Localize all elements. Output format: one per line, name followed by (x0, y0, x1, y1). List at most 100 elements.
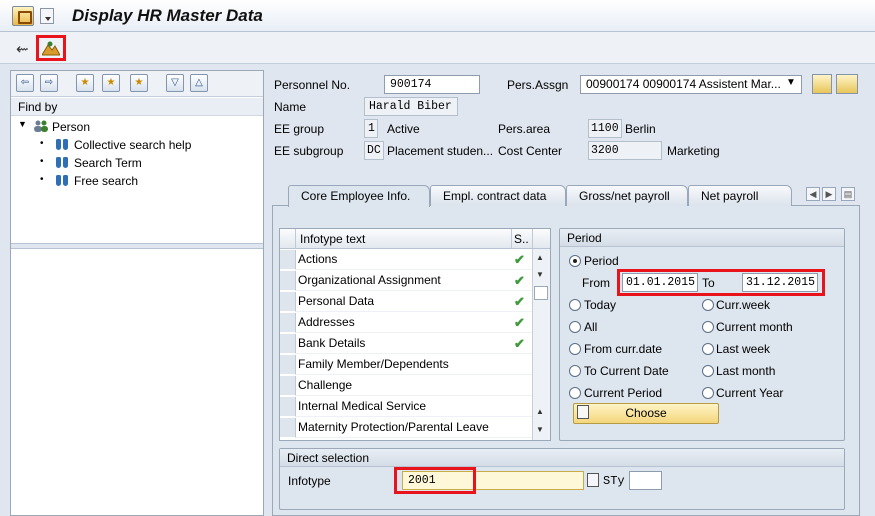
col-status[interactable]: S.. (512, 229, 532, 249)
scroll-up-icon[interactable]: ▲ (536, 253, 544, 262)
scroll-down-icon[interactable]: ▼ (536, 425, 544, 434)
direct-selection-title: Direct selection (280, 449, 844, 467)
from-date-field[interactable]: 01.01.2015 (622, 273, 698, 292)
tab-net-payroll[interactable]: Net payroll (688, 185, 792, 206)
period-group-title: Period (560, 229, 844, 247)
row-selector[interactable] (280, 334, 296, 354)
ee-group-text: Active (387, 122, 420, 136)
radio-last-month[interactable] (702, 365, 714, 377)
ee-subgroup-code: DC (364, 141, 384, 160)
ee-group-code: 1 (364, 119, 378, 138)
tree-expand-icon[interactable]: ▼ (18, 119, 27, 129)
tab-empl-contract-data[interactable]: Empl. contract data (430, 185, 566, 206)
table-row[interactable]: Personal Data (296, 291, 532, 312)
expand-icon[interactable]: ▽ (166, 74, 184, 92)
radio-current-month-label: Current month (716, 320, 793, 334)
name-field: Harald Biber (364, 97, 458, 116)
row-selector[interactable] (280, 355, 296, 375)
table-row[interactable]: Challenge (296, 375, 532, 396)
back-arrow-icon[interactable]: ⇜ (16, 40, 29, 58)
row-selector[interactable] (280, 271, 296, 291)
tab-list-icon[interactable]: ▤ (841, 187, 855, 201)
table-row[interactable]: Organizational Assignment (296, 270, 532, 291)
check-icon: ✔ (514, 294, 525, 309)
select-all-cell[interactable] (280, 229, 296, 249)
scroll-up-icon[interactable]: ▲ (536, 407, 544, 416)
radio-current-month[interactable] (702, 321, 714, 333)
row-selector[interactable] (280, 376, 296, 396)
tree-item-collective-search[interactable]: Collective search help (74, 138, 191, 152)
tab-scroll-left-icon[interactable]: ◀ (806, 187, 820, 201)
personnel-no-field[interactable]: 900174 (384, 75, 480, 94)
choose-button[interactable]: Choose (573, 403, 719, 424)
table-row[interactable]: Addresses (296, 312, 532, 333)
radio-last-week-label: Last week (716, 342, 771, 356)
radio-to-current-date[interactable] (569, 365, 581, 377)
tab-core-employee-info[interactable]: Core Employee Info. (288, 185, 430, 207)
tab-scroll-right-icon[interactable]: ▶ (822, 187, 836, 201)
binoculars-icon (55, 155, 69, 169)
table-settings-cell[interactable] (532, 229, 550, 249)
edit-favorite-icon[interactable]: ★ (130, 74, 148, 92)
radio-all-label: All (584, 320, 598, 334)
mountain-person-icon[interactable] (41, 40, 61, 56)
window-title: Display HR Master Data (72, 6, 263, 25)
infotype-highlight (394, 467, 476, 494)
row-selector[interactable] (280, 418, 296, 438)
radio-today[interactable] (569, 299, 581, 311)
table-row[interactable]: Actions (296, 249, 532, 270)
overview-icon[interactable] (836, 74, 858, 94)
radio-current-year-label: Current Year (716, 386, 784, 400)
radio-curr-week[interactable] (702, 299, 714, 311)
menu-icon[interactable] (12, 6, 34, 26)
row-selector[interactable] (280, 292, 296, 312)
pers-assgn-select[interactable]: 00900174 00900174 Assistent Mar... (580, 75, 802, 94)
radio-current-period[interactable] (569, 387, 581, 399)
pers-area-code: 1100 (588, 119, 622, 138)
dropdown-icon[interactable] (40, 8, 54, 24)
org-structure-icon[interactable] (812, 74, 832, 94)
table-row[interactable]: Internal Medical Service (296, 396, 532, 417)
chevron-down-icon[interactable]: ▼ (786, 77, 796, 88)
personnel-no-label: Personnel No. (274, 78, 351, 92)
add-favorite-icon[interactable]: ★ (76, 74, 94, 92)
row-selector[interactable] (280, 250, 296, 270)
radio-current-year[interactable] (702, 387, 714, 399)
scroll-thumb[interactable] (534, 286, 548, 300)
tree-bullet: • (40, 174, 44, 185)
value-help-icon[interactable] (587, 473, 599, 487)
radio-last-month-label: Last month (716, 364, 776, 378)
radio-period[interactable] (569, 255, 581, 267)
radio-curr-week-label: Curr.week (716, 298, 771, 312)
check-icon: ✔ (514, 273, 525, 288)
tree-item-search-term[interactable]: Search Term (74, 156, 142, 170)
table-row[interactable]: Bank Details (296, 333, 532, 354)
scroll-down-icon[interactable]: ▼ (536, 270, 544, 279)
previous-icon[interactable]: ⇦ (16, 74, 34, 92)
radio-period-label: Period (584, 254, 619, 268)
row-selector[interactable] (280, 397, 296, 417)
panel-splitter[interactable] (11, 243, 263, 249)
table-row[interactable]: Family Member/Dependents (296, 354, 532, 375)
radio-last-week[interactable] (702, 343, 714, 355)
radio-from-curr-date[interactable] (569, 343, 581, 355)
check-icon: ✔ (514, 315, 525, 330)
tab-gross-net-payroll[interactable]: Gross/net payroll (566, 185, 688, 206)
to-date-field[interactable]: 31.12.2015 (742, 273, 818, 292)
pers-assgn-label: Pers.Assgn (507, 78, 569, 92)
tree-item-free-search[interactable]: Free search (74, 174, 138, 188)
sty-input[interactable] (629, 471, 662, 490)
radio-all[interactable] (569, 321, 581, 333)
table-row[interactable]: Maternity Protection/Parental Leave (296, 417, 532, 438)
radio-current-period-label: Current Period (584, 386, 663, 400)
row-selector[interactable] (280, 313, 296, 333)
tree-bullet: • (40, 156, 44, 167)
radio-to-current-date-label: To Current Date (584, 364, 669, 378)
favorite-icon[interactable]: ★ (102, 74, 120, 92)
sty-label: STy (603, 474, 625, 488)
collapse-icon[interactable]: △ (190, 74, 208, 92)
col-infotype-text[interactable]: Infotype text (296, 229, 512, 249)
next-icon[interactable]: ⇨ (40, 74, 58, 92)
tree-root-person[interactable]: Person (52, 120, 90, 134)
to-label: To (702, 276, 715, 290)
